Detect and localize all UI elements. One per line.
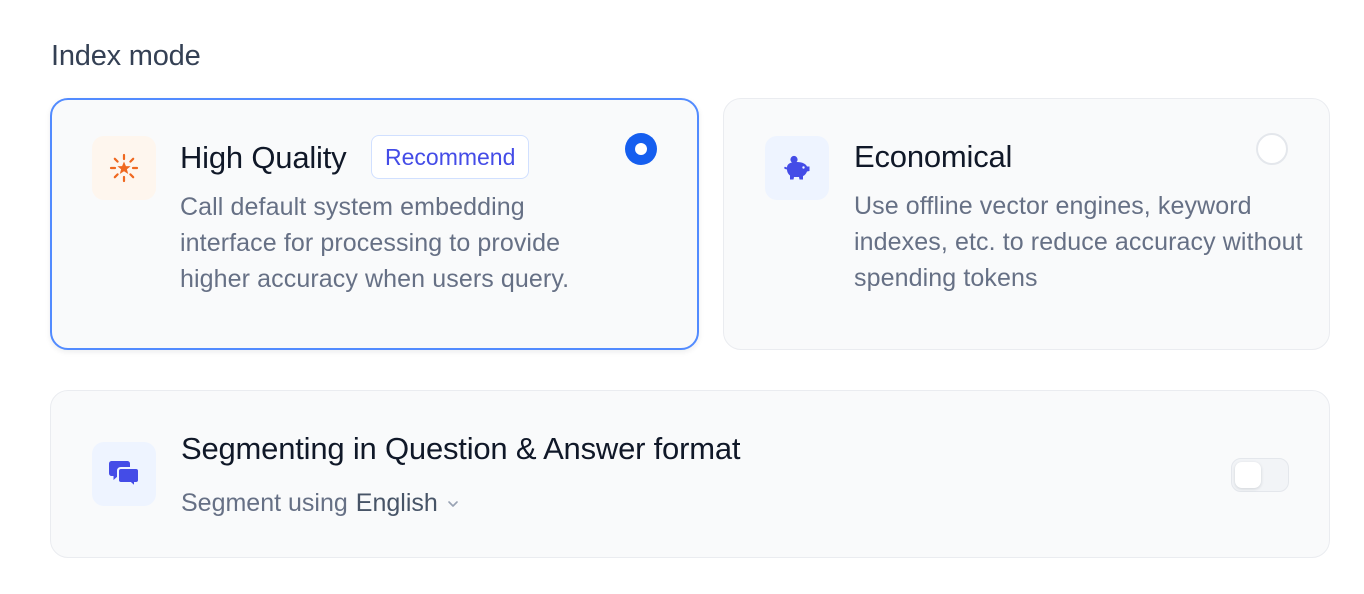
high-quality-description: Call default system embedding interface … <box>180 193 570 293</box>
economical-radio[interactable] <box>1256 133 1288 165</box>
economical-option-card[interactable]: Economical Use offline vector engines, k… <box>723 98 1330 350</box>
segment-using-label: Segment using <box>181 489 348 517</box>
chevron-down-icon <box>447 500 458 507</box>
recommend-badge: Recommend <box>371 135 530 179</box>
language-select[interactable]: English <box>356 489 460 518</box>
economical-icon-box <box>765 136 829 200</box>
language-select-value: English <box>355 489 438 517</box>
high-quality-option-card[interactable]: High Quality Recommend Call default syst… <box>50 98 699 350</box>
index-mode-settings: Index mode High Quality Recommend Call d… <box>0 0 1364 594</box>
piggy-bank-icon <box>784 155 810 180</box>
qa-segmentation-title: Segmenting in Question & Answer format <box>181 431 741 466</box>
high-quality-icon-box <box>92 136 156 200</box>
qa-segmentation-toggle[interactable] <box>1231 458 1289 492</box>
toggle-knob <box>1235 462 1261 488</box>
qa-icon-box <box>92 442 156 506</box>
economical-title: Economical <box>854 139 1013 174</box>
sun-sparkle-icon <box>109 153 139 183</box>
qa-segmentation-card: Segmenting in Question & Answer format S… <box>50 390 1330 558</box>
economical-description: Use offline vector engines, keyword inde… <box>854 192 1303 292</box>
chat-bubbles-icon <box>109 461 140 490</box>
high-quality-radio[interactable] <box>625 133 657 165</box>
segment-language-row: Segment using English <box>181 489 460 518</box>
section-title: Index mode <box>51 40 201 72</box>
high-quality-title: High Quality <box>180 140 347 175</box>
